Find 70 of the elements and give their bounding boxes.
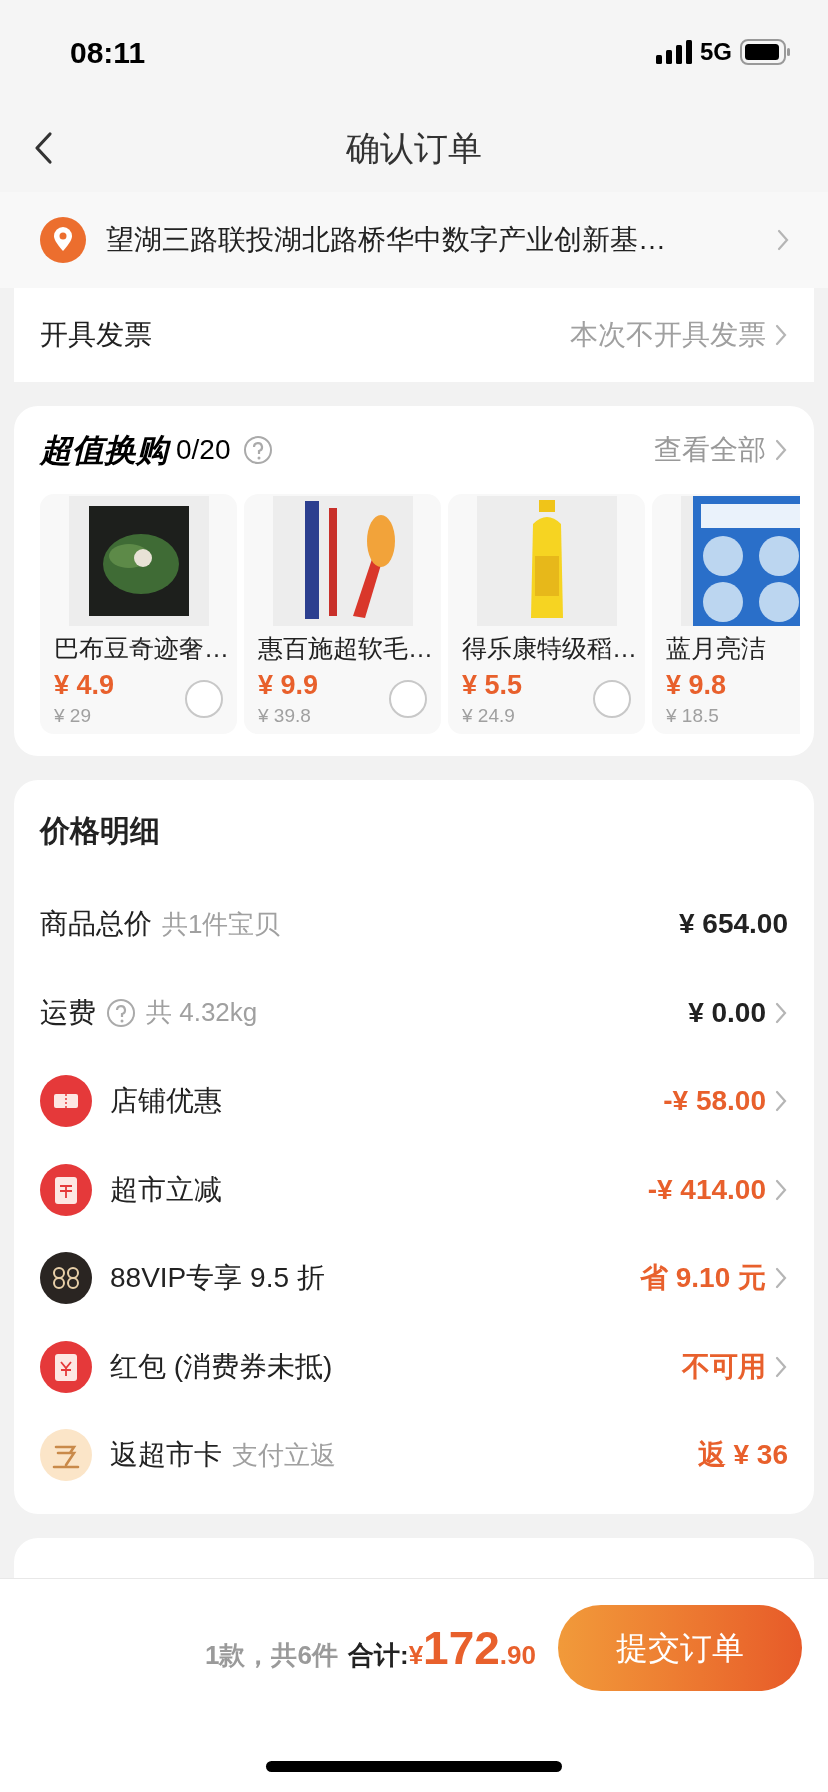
- chevron-right-icon: [774, 1000, 788, 1025]
- invoice-label: 开具发票: [40, 318, 152, 352]
- ticket-icon: [40, 1075, 92, 1128]
- signal-icon: [656, 40, 692, 64]
- chevron-right-icon: [776, 228, 790, 252]
- address-bar[interactable]: 望湖三路联投湖北路桥华中数字产业创新基…: [0, 192, 828, 288]
- exchange-count: 0/20: [176, 433, 231, 467]
- total-label: 合计:: [347, 1638, 409, 1672]
- address-text: 望湖三路联投湖北路桥华中数字产业创新基…: [106, 223, 667, 257]
- total-currency: ¥: [408, 1639, 424, 1672]
- row-label: 运费: [40, 995, 96, 1030]
- row-label: 商品总价: [40, 907, 152, 942]
- help-icon[interactable]: [242, 435, 273, 465]
- product-price: ¥ 4.9: [54, 668, 115, 702]
- view-all-link[interactable]: 查看全部: [654, 429, 788, 471]
- row-value[interactable]: 省 9.10 元: [639, 1257, 766, 1300]
- product-card[interactable]: 惠百施超软毛… ¥ 9.9 ¥ 39.8: [244, 494, 441, 734]
- row-note: 共1件宝贝: [162, 907, 281, 941]
- original-price: ¥ 29: [54, 703, 92, 728]
- row-value[interactable]: ¥ 0.00: [688, 991, 766, 1034]
- submit-order-button[interactable]: 提交订单: [558, 1605, 802, 1691]
- row-note: 共 4.32kg: [146, 996, 258, 1030]
- status-time: 08:11: [70, 34, 146, 71]
- product-card[interactable]: 巴布豆奇迹奢… ¥ 4.9 ¥ 29: [40, 494, 237, 734]
- select-radio[interactable]: [389, 679, 427, 718]
- total-integer: 172: [423, 1620, 500, 1676]
- product-price: ¥ 5.5: [462, 668, 523, 702]
- row-value: ¥ 654.00: [679, 907, 788, 942]
- location-pin-icon: [40, 217, 86, 263]
- battery-icon: [740, 39, 790, 65]
- page-title: 确认订单: [346, 127, 482, 169]
- select-radio[interactable]: [593, 679, 631, 718]
- original-price: ¥ 24.9: [462, 703, 516, 728]
- row-value: 返 ¥ 36: [697, 1438, 788, 1473]
- product-price: ¥ 9.8: [666, 668, 727, 702]
- invoice-option[interactable]: 本次不开具发票: [570, 314, 788, 356]
- row-label: 返超市卡: [110, 1438, 222, 1473]
- item-count: 1款，共6件: [205, 1638, 338, 1672]
- original-price: ¥ 18.5: [666, 703, 720, 728]
- section-title: 价格明细: [40, 812, 160, 849]
- product-card[interactable]: 得乐康特级稻… ¥ 5.5 ¥ 24.9: [448, 494, 645, 734]
- network-label: 5G: [700, 37, 732, 67]
- total-decimal: .90: [499, 1638, 536, 1672]
- vip-badge-icon: [40, 1252, 92, 1305]
- select-radio[interactable]: [185, 679, 223, 718]
- chevron-right-icon: [774, 1177, 788, 1202]
- chevron-right-icon: [774, 1266, 788, 1291]
- row-note: 支付立返: [232, 1438, 336, 1472]
- chevron-right-icon: [774, 438, 788, 462]
- chevron-right-icon: [774, 1089, 788, 1114]
- row-value[interactable]: -¥ 414.00: [647, 1168, 766, 1211]
- row-label: 88VIP专享 9.5 折: [110, 1261, 325, 1296]
- back-icon: [33, 131, 53, 165]
- chevron-right-icon: [774, 1354, 788, 1379]
- cashback-icon: [40, 1429, 92, 1482]
- product-price: ¥ 9.9: [258, 668, 319, 702]
- row-label: 红包 (消费券未抵): [110, 1349, 333, 1384]
- row-label: 店铺优惠: [110, 1084, 222, 1119]
- original-price: ¥ 39.8: [258, 703, 312, 728]
- help-icon[interactable]: [106, 997, 136, 1028]
- view-all-text: 查看全部: [654, 433, 766, 467]
- envelope-icon: [40, 1340, 92, 1393]
- row-label: 超市立减: [110, 1172, 222, 1207]
- product-card[interactable]: 蓝月亮洁 ¥ 9.8 ¥ 18.5: [652, 494, 800, 734]
- row-value[interactable]: -¥ 58.00: [663, 1080, 766, 1123]
- discount-tag-icon: [40, 1163, 92, 1216]
- product-name: 蓝月亮洁: [666, 633, 767, 664]
- invoice-value: 本次不开具发票: [570, 318, 766, 352]
- chevron-right-icon: [774, 323, 788, 347]
- row-value[interactable]: 不可用: [682, 1345, 766, 1388]
